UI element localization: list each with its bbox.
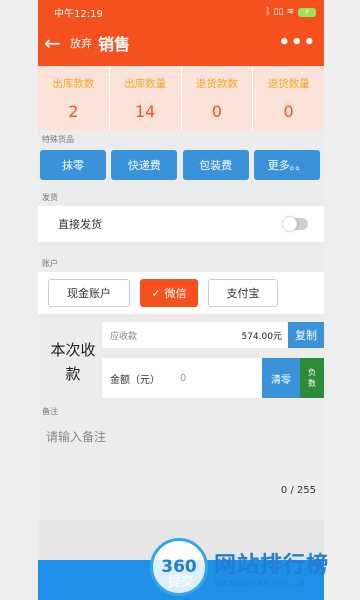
status-time: 中午12:19 (54, 8, 103, 20)
amount-due-label: 应收款 (110, 331, 138, 342)
more-special-button[interactable]: 更多。。 (253, 150, 320, 180)
discard-button[interactable]: 放弃 (70, 35, 92, 51)
page-title: 销售 (98, 35, 131, 54)
direct-ship-toggle[interactable] (283, 217, 308, 231)
packaging-fee-button[interactable]: 包装费 (182, 150, 249, 180)
account-cash-button[interactable]: 现金账户 (48, 279, 130, 307)
stat-return-quantity: 退货数量 0 (253, 66, 324, 130)
collection-section: 本次收款 应收款 574.00元 复制 金额（元） 0 清零 负数 (38, 322, 324, 416)
stat-value: 0 (211, 101, 222, 121)
account-wechat-button[interactable]: ✓ 微信 (140, 279, 198, 307)
signal-icons: ᛒ ▯▯ ≋ (265, 7, 294, 17)
note-input[interactable]: 请输入备注 (46, 430, 106, 444)
note-field[interactable]: 请输入备注 0 / 255 (38, 420, 324, 500)
stat-label: 退货数量 (267, 77, 310, 90)
stat-outbound-quantity: 出库数量 14 (110, 66, 182, 130)
amount-label: 金额（元） (110, 374, 160, 386)
submit-button[interactable]: 提交 (38, 560, 324, 600)
stat-return-items: 退货款数 0 (182, 66, 254, 130)
status-bar: 中午12:19 ᛒ ▯▯ ≋ ⚡ (38, 0, 324, 24)
direct-ship-label: 直接发货 (58, 218, 102, 231)
special-goods-label: 特殊货品 (42, 135, 74, 144)
stat-label: 出库数量 (124, 77, 167, 90)
amount-input-row: 金额（元） 0 清零 负数 (102, 358, 324, 398)
spacer-strip (38, 520, 324, 560)
stat-value: 2 (68, 101, 79, 121)
amount-due-box: 应收款 574.00元 (102, 322, 288, 348)
collection-label: 本次收款 (50, 341, 96, 383)
stat-label: 出库款数 (52, 77, 95, 90)
account-wechat-label: 微信 (164, 287, 187, 300)
stat-outbound-items: 出库款数 2 (38, 66, 110, 130)
status-icons: ᛒ ▯▯ ≋ ⚡ (265, 7, 316, 17)
account-alipay-button[interactable]: 支付宝 (208, 279, 278, 307)
amount-due-row: 应收款 574.00元 复制 (102, 322, 324, 348)
battery-icon: ⚡ (298, 7, 316, 17)
back-arrow-icon[interactable]: ← (44, 33, 70, 53)
amount-field[interactable]: 金额（元） 0 (102, 358, 262, 398)
amount-input[interactable]: 0 (180, 373, 186, 384)
stats-panel: 出库款数 2 出库数量 14 退货款数 0 退货数量 0 (38, 62, 324, 130)
stat-value: 14 (134, 101, 156, 121)
negative-label: 负数 (308, 368, 316, 388)
copy-button[interactable]: 复制 (288, 322, 324, 348)
app-bar: ← 放弃 销售 ••• (38, 24, 324, 62)
account-options: 现金账户 ✓ 微信 支付宝 (38, 272, 324, 314)
stat-label: 退货款数 (195, 77, 238, 90)
check-icon: ✓ (151, 286, 161, 300)
shipping-label: 发货 (42, 193, 58, 202)
round-off-button[interactable]: 抹零 (40, 150, 106, 180)
toggle-knob (283, 217, 297, 231)
app-frame: 中午12:19 ᛒ ▯▯ ≋ ⚡ ← 放弃 销售 ••• 出库款数 2 出库数量… (38, 0, 324, 600)
amount-due-value: 574.00元 (241, 331, 283, 342)
negative-button[interactable]: 负数 (300, 358, 324, 398)
delivery-fee-button[interactable]: 快递费 (111, 150, 178, 180)
direct-ship-row: 直接发货 (38, 206, 324, 242)
more-menu-icon[interactable]: ••• (278, 32, 316, 53)
stat-value: 0 (283, 101, 294, 121)
account-label: 账户 (42, 259, 58, 268)
special-goods-row: 抹零 快递费 包装费 更多。。 (38, 148, 324, 180)
note-char-counter: 0 / 255 (280, 485, 316, 496)
clear-button[interactable]: 清零 (262, 358, 300, 398)
